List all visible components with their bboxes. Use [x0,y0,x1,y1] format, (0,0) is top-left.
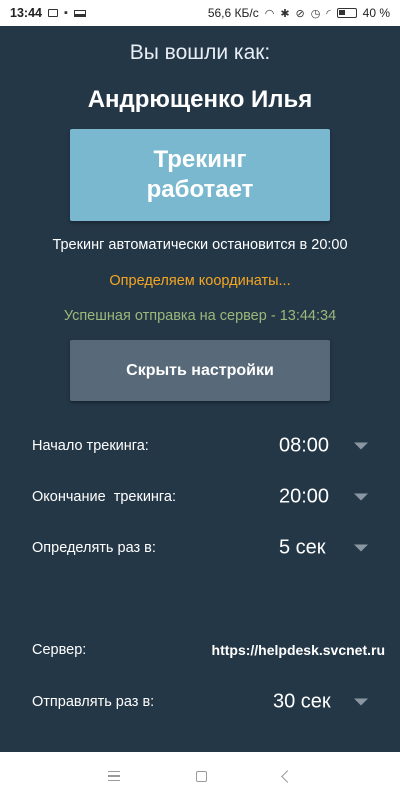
status-right: 56,6 КБ/с ◠ ✱ ⊘ ◷ ◜ 40 % [208,6,390,20]
tracking-toggle-button[interactable]: Трекинг работает [70,129,330,221]
chevron-down-icon[interactable] [354,493,368,501]
alarm-icon: ◷ [310,7,321,20]
setting-start: Начало трекинга: 08:00 [0,426,400,466]
status-time: 13:44 [10,6,42,20]
interval-value[interactable]: 5 сек [279,537,326,560]
sim-icon: ▪ [63,7,68,19]
setting-server: Сервер: https://helpdesk.svcnet.ru [0,630,400,670]
auto-stop-text: Трекинг автоматически остановится в 20:0… [52,237,348,253]
server-label: Сервер: [32,642,87,658]
back-icon[interactable] [281,769,294,783]
start-label: Начало трекинга: [32,438,149,454]
send-status: Успешная отправка на сервер - 13:44:34 [63,308,337,324]
setting-end: Окончание трекинга: 20:00 [0,477,400,517]
status-bar: 13:44 ▪ 56,6 КБ/с ◠ ✱ ⊘ ◷ ◜ 40 % [0,0,400,26]
send-interval-value[interactable]: 30 сек [273,691,331,714]
chevron-down-icon[interactable] [354,544,368,552]
laptop-icon [73,9,86,17]
wifi-icon: ◜ [326,7,331,20]
status-left: 13:44 ▪ [10,6,86,20]
send-interval-label: Отправлять раз в: [32,694,155,710]
setting-send-interval: Отправлять раз в: 30 сек [0,682,400,722]
server-value[interactable]: https://helpdesk.svcnet.ru [212,642,385,658]
start-value[interactable]: 08:00 [279,435,329,458]
chevron-down-icon[interactable] [354,698,368,706]
hide-settings-button[interactable]: Скрыть настройки [70,340,330,401]
network-speed: 56,6 КБ/с [207,6,259,20]
notification-icon [47,9,58,17]
mute-icon: ⊘ [295,7,305,20]
user-name: Андрющенко Илья [87,86,313,113]
end-value[interactable]: 20:00 [279,486,329,509]
battery-level: 40 % [362,6,390,20]
navigation-bar [0,752,400,800]
setting-interval: Определять раз в: 5 сек [0,528,400,568]
battery-icon [336,8,357,18]
chevron-down-icon[interactable] [354,442,368,450]
logged-in-label: Вы вошли как: [129,41,271,64]
menu-icon[interactable] [108,770,120,782]
home-icon[interactable] [196,770,207,782]
coords-status: Определяем координаты... [109,273,291,289]
bluetooth-icon: ✱ [280,7,290,20]
headset-icon: ◠ [264,7,275,20]
end-label: Окончание трекинга: [32,489,176,505]
interval-label: Определять раз в: [32,540,156,556]
